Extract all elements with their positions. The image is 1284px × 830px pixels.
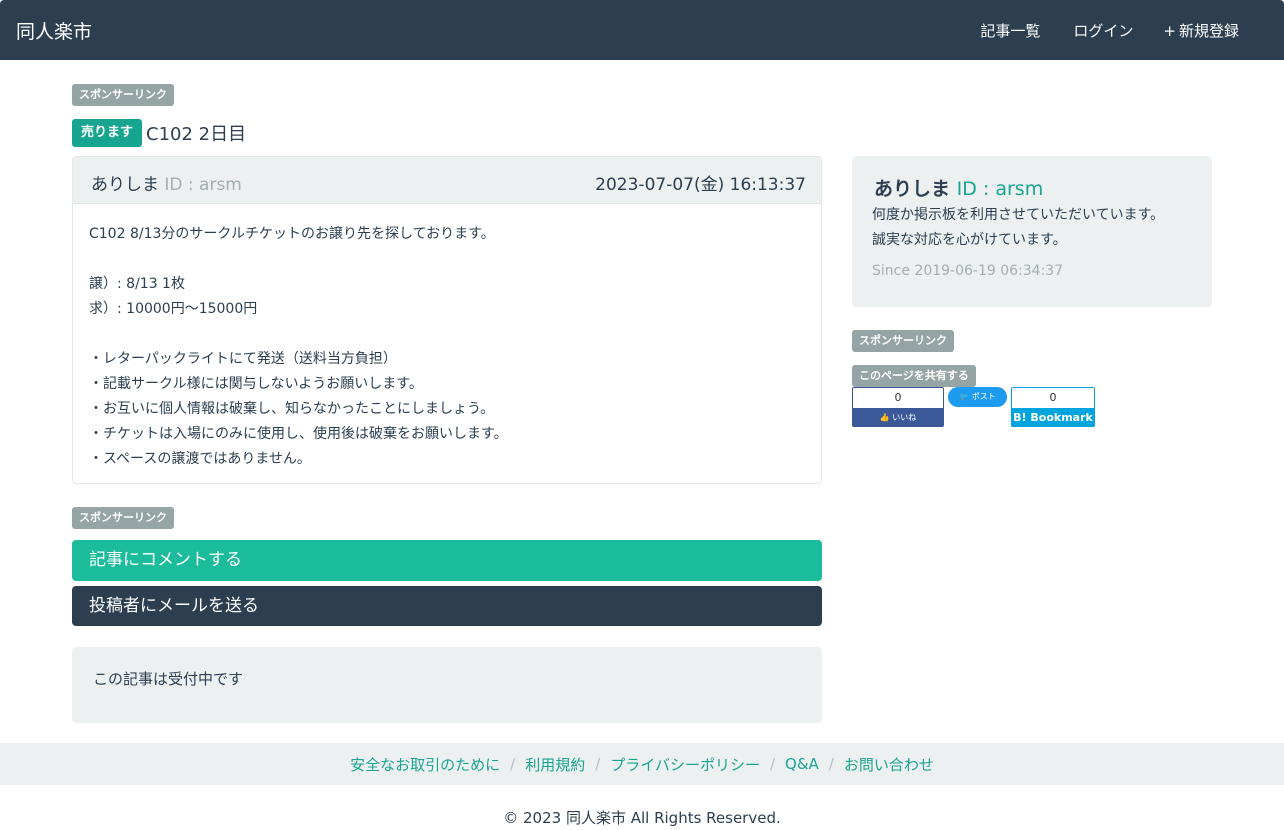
nav-link-articles[interactable]: 記事一覧 [977,20,1040,41]
navbar: 同人楽市 記事一覧 ログイン + 新規登録 [0,0,1284,60]
nav-link-register[interactable]: + 新規登録 [1163,20,1239,41]
footer-link-terms[interactable]: 利用規約 [525,754,585,775]
post-body-line: ・スペースの譲渡ではありません。 [89,451,311,467]
post-card: ありしま ID : arsm 2023-07-07(金) 16:13:37 C1… [72,156,822,484]
twitter-post-button[interactable]: 🐦 ポスト [948,387,1007,407]
footer-separator: / [595,755,601,773]
sponsor-label-top: スポンサーリンク [72,84,174,106]
post-body-line: ・レターパックライトにて発送（送料当方負担） [89,351,397,367]
profile-bio-line: 何度か掲示板を利用させていただいています。 [872,207,1165,223]
footer-link-privacy[interactable]: プライバシーポリシー [610,754,760,775]
status-box: この記事は受付中です [72,647,822,723]
post-author-id: ID : arsm [164,175,242,195]
share-label: このページを共有する [852,365,976,387]
post-body-line: ・記載サークル様には関与しないようお願いします。 [89,376,423,392]
profile-bio-line: 誠実な対応を心がけています。 [872,232,1067,248]
facebook-like-count: 0 [894,391,902,404]
share-buttons: 0 👍 いいね 🐦 ポスト 0 B! Bookmark [852,387,1095,427]
hatena-bookmark-button[interactable]: 0 B! Bookmark [1011,387,1095,427]
sponsor-label-middle: スポンサーリンク [72,507,174,529]
post-author: ありしま ID : arsm [89,170,242,195]
nav-link-login-label: ログイン [1073,22,1134,40]
post-date: 2023-07-07(金) 16:13:37 [593,170,806,195]
post-date-value: 2023-07-07(金) 16:13:37 [595,175,806,195]
facebook-like-button[interactable]: 0 👍 いいね [852,387,944,427]
profile-name: ありしま ID : arsm [872,174,1192,201]
status-text: この記事は受付中です [93,670,244,688]
footer-separator: / [510,755,516,773]
post-body-line: ・お互いに個人情報は破棄し、知らなかったことにしましょう。 [89,401,495,417]
nav-link-articles-label: 記事一覧 [980,22,1041,40]
profile-name-value[interactable]: ありしま [874,178,950,200]
footer-separator: / [828,755,834,773]
mail-author-button[interactable]: 投稿者にメールを送る [72,586,822,626]
post-title: C102 2日目 [146,124,247,145]
nav-links: 記事一覧 ログイン + 新規登録 [977,20,1239,41]
footer-separator: / [769,755,776,773]
sponsor-label-sidebar: スポンサーリンク [852,330,954,352]
hatena-bookmark-label: B! Bookmark [1012,408,1094,427]
site-brand[interactable]: 同人楽市 [16,17,92,44]
profile-bio: 何度か掲示板を利用させていただいています。 誠実な対応を心がけています。 [872,203,1192,253]
post-type-badge: 売ります [72,119,143,147]
copyright: © 2023 同人楽市 All Rights Reserved. [503,809,781,827]
nav-link-register-label: 新規登録 [1178,22,1239,40]
footer-link-contact[interactable]: お問い合わせ [844,754,934,775]
footer-link-qa[interactable]: Q&A [785,755,819,773]
post-body-line: 譲）: 8/13 1枚 [89,276,185,292]
profile-id: ID : arsm [956,178,1044,200]
nav-link-login[interactable]: ログイン [1070,20,1133,41]
post-body-line [89,247,805,272]
hatena-bookmark-count: 0 [1049,391,1057,404]
post-author-name[interactable]: ありしま [91,175,159,195]
facebook-like-label: 👍 いいね [853,408,943,427]
comment-button[interactable]: 記事にコメントする [72,540,822,581]
footer-link-safe-trade[interactable]: 安全なお取引のために [350,754,500,775]
profile-since-value: Since 2019-06-19 06:34:37 [872,263,1064,279]
post-body-line [89,322,805,347]
post-body: C102 8/13分のサークルチケットのお譲り先を探しております。 譲）: 8/… [73,204,821,490]
profile-since: Since 2019-06-19 06:34:37 [872,263,1192,279]
post-body-line: C102 8/13分のサークルチケットのお譲り先を探しております。 [89,226,495,242]
post-card-header: ありしま ID : arsm 2023-07-07(金) 16:13:37 [73,157,821,204]
post-body-line: 求）: 10000円〜15000円 [89,301,258,317]
author-profile-panel: ありしま ID : arsm 何度か掲示板を利用させていただいています。 誠実な… [852,156,1212,307]
footer-links: 安全なお取引のために / 利用規約 / プライバシーポリシー / Q&A / お… [0,743,1284,785]
plus-icon: + [1163,21,1176,40]
post-title-row: 売ります C102 2日目 [72,119,246,147]
post-body-line: ・チケットは入場にのみに使用し、使用後は破棄をお願いします。 [89,426,508,442]
